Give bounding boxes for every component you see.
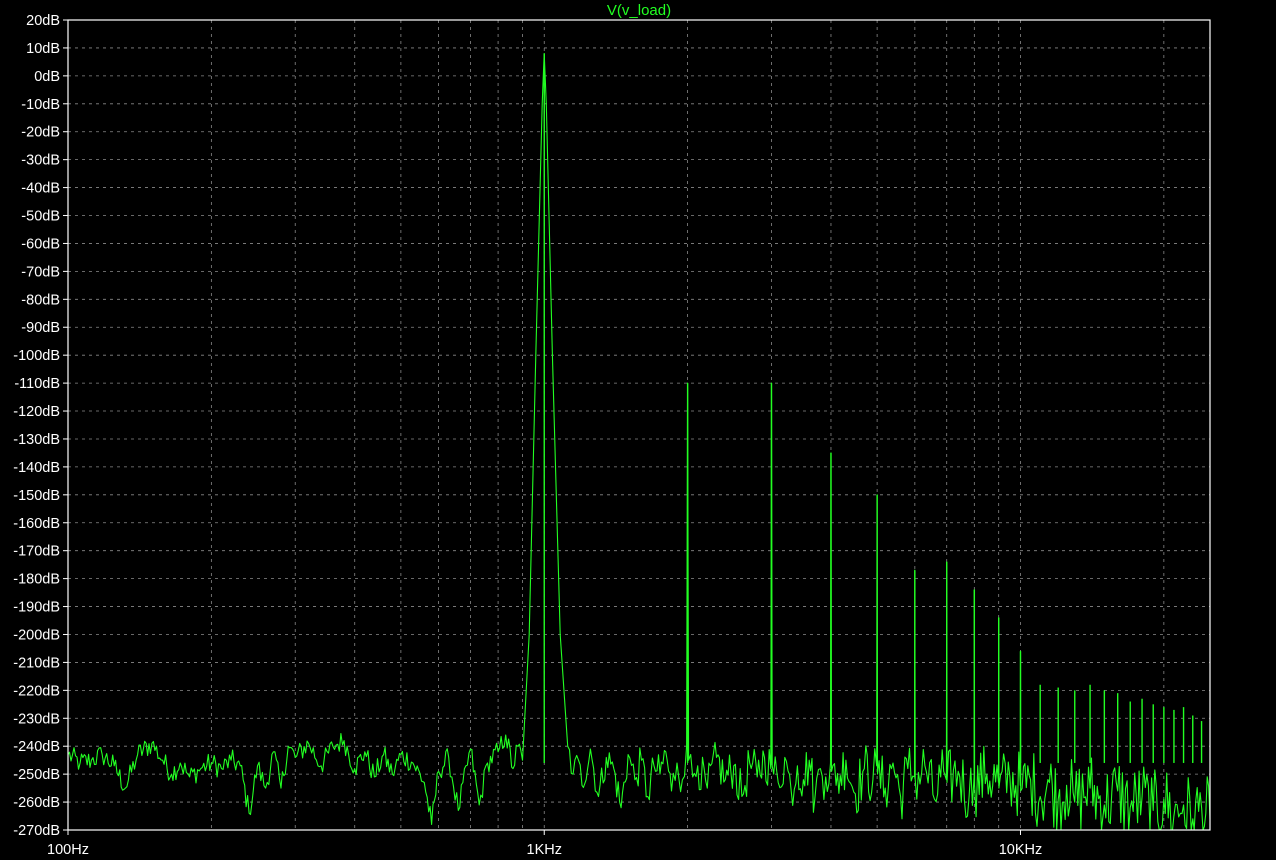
series-line	[67, 52, 1211, 831]
series-layer	[67, 52, 1211, 831]
y-tick-label: -260dB	[13, 795, 60, 811]
y-tick-label: 10dB	[26, 41, 60, 57]
y-tick-label: -120dB	[13, 404, 60, 420]
chart-title: V(v_load)	[607, 2, 671, 19]
y-tick-label: -190dB	[13, 600, 60, 616]
y-tick-label: -180dB	[13, 572, 60, 588]
y-tick-label: -70dB	[21, 264, 60, 280]
plot-frame	[67, 19, 1211, 831]
y-tick-label: 0dB	[34, 69, 60, 85]
grid-lines	[67, 19, 1210, 831]
y-tick-label: -140dB	[13, 460, 60, 476]
y-tick-label: -20dB	[21, 125, 60, 141]
y-axis-tick-labels: 20dB 10dB 0dB -10dB -20dB -30dB -40dB -50dB -60d…	[13, 13, 68, 839]
spectrum-plot: 20dB 10dB 0dB -10dB -20dB -30dB -40dB -50dB -60d…	[13, 2, 1211, 858]
x-tick-label: 100Hz	[47, 842, 89, 858]
y-tick-label: -200dB	[13, 627, 60, 643]
y-tick-label: -100dB	[13, 348, 60, 364]
y-tick-label: -240dB	[13, 739, 60, 755]
y-tick-label: -50dB	[21, 209, 60, 225]
y-tick-label: -210dB	[13, 655, 60, 671]
y-tick-label: -40dB	[21, 181, 60, 197]
y-tick-label: -230dB	[13, 711, 60, 727]
y-tick-label: -220dB	[13, 683, 60, 699]
y-tick-label: -150dB	[13, 488, 60, 504]
x-tick-label: 10KHz	[999, 842, 1043, 858]
y-tick-label: -130dB	[13, 432, 60, 448]
y-tick-label: -160dB	[13, 516, 60, 532]
y-tick-label: -270dB	[13, 823, 60, 839]
y-tick-label: -10dB	[21, 97, 60, 113]
x-tick-label: 1KHz	[527, 842, 562, 858]
y-tick-label: -250dB	[13, 767, 60, 783]
y-tick-label: -80dB	[21, 292, 60, 308]
y-tick-label: -30dB	[21, 153, 60, 169]
y-tick-label: -90dB	[21, 320, 60, 336]
x-axis-tick-labels: 100Hz 1KHz 10KHz	[47, 830, 1042, 858]
y-tick-label: -110dB	[14, 376, 60, 392]
y-tick-label: -60dB	[21, 236, 60, 252]
y-tick-label: 20dB	[26, 13, 60, 29]
y-tick-label: -170dB	[13, 544, 60, 560]
